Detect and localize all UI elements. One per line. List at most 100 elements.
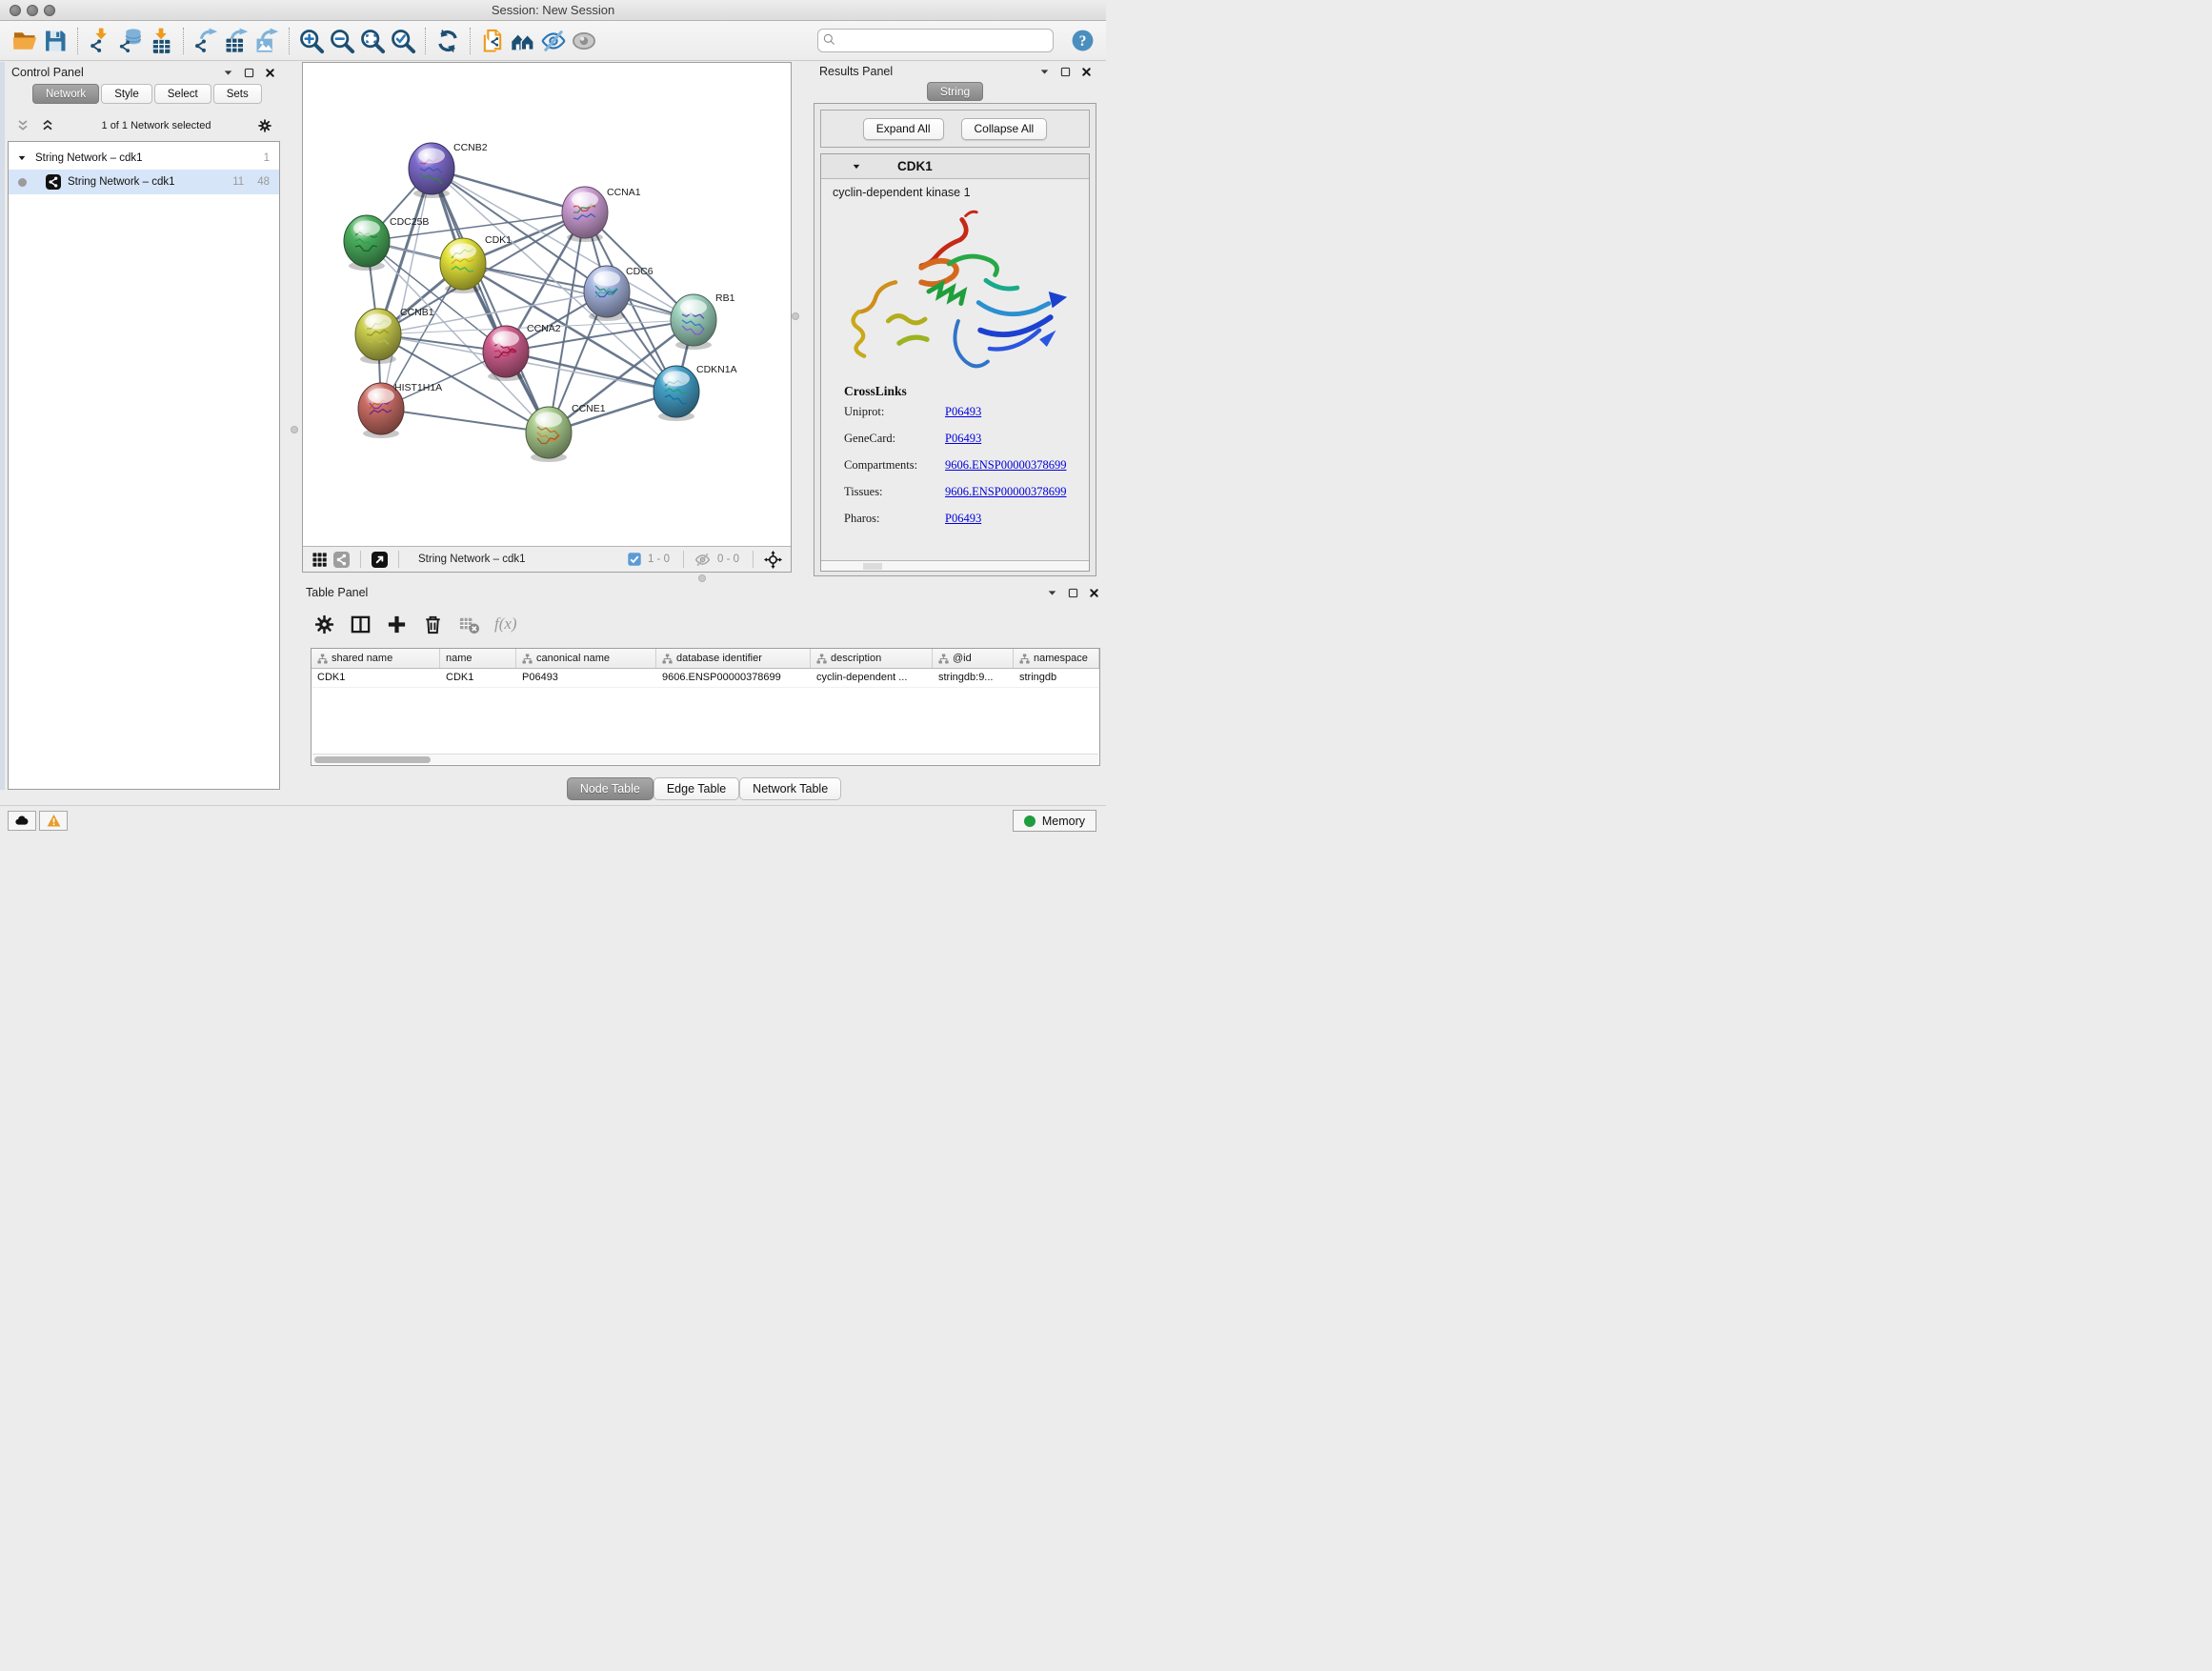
save-session-button[interactable]	[40, 26, 70, 56]
memory-button[interactable]: Memory	[1013, 810, 1096, 832]
node-CDC6[interactable]: CDC6	[584, 266, 654, 321]
panel-close-icon[interactable]	[1080, 66, 1093, 78]
splitter-handle-bottom[interactable]	[698, 574, 706, 582]
hidden-eye-icon[interactable]	[694, 552, 711, 568]
zoom-out-button[interactable]	[327, 26, 357, 56]
column-header-shared-name[interactable]: shared name	[312, 649, 440, 668]
node-CCNE1[interactable]: CCNE1	[526, 403, 606, 462]
panel-float-icon[interactable]	[222, 67, 234, 79]
import-network-from-file-icon	[87, 28, 113, 54]
panel-close-icon[interactable]	[264, 67, 276, 79]
tab-sets[interactable]: Sets	[213, 84, 262, 104]
crosslink-link[interactable]: P06493	[945, 512, 981, 526]
result-entry-header[interactable]: CDK1	[821, 154, 1089, 179]
column-header-name[interactable]: name	[440, 649, 516, 668]
column-header-namespace[interactable]: namespace	[1014, 649, 1099, 668]
collapse-all-tree-icon[interactable]	[40, 118, 55, 133]
export-table-button[interactable]	[221, 26, 251, 56]
column-header-canonical-name[interactable]: canonical name	[516, 649, 656, 668]
network-collection-row[interactable]: String Network – cdk1 1	[9, 147, 279, 170]
collapse-all-button[interactable]: Collapse All	[961, 118, 1048, 140]
column-header--id[interactable]: @id	[933, 649, 1014, 668]
crosslink-link[interactable]: P06493	[945, 405, 981, 419]
splitter-handle-left[interactable]	[291, 426, 298, 433]
node-CDKN1A[interactable]: CDKN1A	[654, 364, 737, 421]
show-panels-button[interactable]	[508, 26, 538, 56]
export-network-button[interactable]	[191, 26, 221, 56]
node-HIST1H1A[interactable]: HIST1H1A	[358, 382, 442, 438]
tab-string[interactable]: String	[927, 82, 983, 101]
network-row-selected[interactable]: String Network – cdk1 11 48	[9, 170, 279, 194]
gene-name: CDK1	[897, 159, 933, 173]
search-input[interactable]	[817, 29, 1054, 52]
selected-checkbox-icon[interactable]	[628, 553, 641, 566]
table-cell[interactable]: cyclin-dependent ...	[811, 669, 933, 687]
collapse-entry-icon[interactable]	[852, 162, 861, 171]
panel-maximize-icon[interactable]	[1067, 587, 1079, 599]
panel-float-icon[interactable]	[1046, 587, 1058, 599]
node-RB1[interactable]: RB1	[671, 292, 735, 350]
show-panels-icon	[510, 28, 536, 54]
table-cell[interactable]: CDK1	[312, 669, 440, 687]
node-CCNB2[interactable]: CCNB2	[409, 142, 488, 198]
expand-all-tree-icon[interactable]	[15, 118, 30, 133]
table-cell[interactable]: CDK1	[440, 669, 516, 687]
column-header-database-identifier[interactable]: database identifier	[656, 649, 811, 668]
splitter-handle-right[interactable]	[792, 312, 799, 320]
refresh-button[interactable]	[432, 26, 463, 56]
tab-edge-table[interactable]: Edge Table	[654, 777, 739, 800]
table-cell[interactable]: stringdb	[1014, 669, 1099, 687]
hide-selected-button[interactable]	[538, 26, 569, 56]
clone-network-button[interactable]	[477, 26, 508, 56]
table-cell[interactable]: stringdb:9...	[933, 669, 1014, 687]
birdseye-view-icon[interactable]	[312, 552, 328, 568]
zoom-in-button[interactable]	[296, 26, 327, 56]
table-cell[interactable]: 9606.ENSP00000378699	[656, 669, 811, 687]
table-cell[interactable]: P06493	[516, 669, 656, 687]
collapse-collection-icon[interactable]	[17, 153, 27, 163]
panel-maximize-icon[interactable]	[243, 67, 255, 79]
edge-count: 48	[257, 176, 270, 188]
column-header-description[interactable]: description	[811, 649, 933, 668]
scrollbar-thumb[interactable]	[314, 756, 431, 763]
expand-all-button[interactable]: Expand All	[863, 118, 944, 140]
node-label-CDC6: CDC6	[626, 266, 654, 277]
crosslink-link[interactable]: 9606.ENSP00000378699	[945, 458, 1066, 473]
import-network-from-database-button[interactable]	[115, 26, 146, 56]
import-network-from-file-button[interactable]	[85, 26, 115, 56]
pan-move-icon[interactable]	[764, 551, 782, 569]
cloud-status-button[interactable]	[8, 811, 36, 831]
help-button[interactable]: ?	[1071, 29, 1095, 52]
open-external-icon[interactable]	[372, 552, 388, 568]
open-file-button[interactable]	[10, 26, 40, 56]
table-horizontal-scrollbar[interactable]	[312, 754, 1098, 764]
results-scrollbar[interactable]	[821, 560, 1089, 571]
node-CDK1[interactable]: CDK1	[440, 234, 512, 293]
table-row[interactable]: CDK1CDK1P064939606.ENSP00000378699cyclin…	[312, 669, 1099, 688]
tab-style[interactable]: Style	[101, 84, 152, 104]
zoom-selected-button[interactable]	[388, 26, 418, 56]
panel-maximize-icon[interactable]	[1059, 66, 1072, 78]
panel-float-icon[interactable]	[1038, 66, 1051, 78]
add-column-icon[interactable]	[386, 614, 408, 635]
show-all-icon	[571, 28, 597, 54]
zoom-fit-content-button[interactable]	[357, 26, 388, 56]
panel-close-icon[interactable]	[1088, 587, 1100, 599]
export-image-button[interactable]	[251, 26, 282, 56]
node-CCNA1[interactable]: CCNA1	[562, 187, 641, 242]
crosslink-link[interactable]: P06493	[945, 432, 981, 446]
tree-options-gear-icon[interactable]	[257, 118, 272, 133]
expand-collapse-bar: Expand All Collapse All	[820, 110, 1090, 148]
warnings-button[interactable]	[39, 811, 68, 831]
show-all-button[interactable]	[569, 26, 599, 56]
tab-network[interactable]: Network	[32, 84, 99, 104]
import-table-from-file-button[interactable]	[146, 26, 176, 56]
network-canvas[interactable]: CCNB2CCNA1CDC25BCDK1CDC6RB1CCNB1CCNA2CDK…	[303, 63, 791, 546]
delete-column-icon[interactable]	[422, 614, 444, 635]
tab-network-table[interactable]: Network Table	[739, 777, 841, 800]
crosslink-link[interactable]: 9606.ENSP00000378699	[945, 485, 1066, 499]
table-options-gear-icon[interactable]	[313, 614, 335, 635]
show-columns-icon[interactable]	[350, 614, 372, 635]
tab-select[interactable]: Select	[154, 84, 211, 104]
tab-node-table[interactable]: Node Table	[567, 777, 654, 800]
